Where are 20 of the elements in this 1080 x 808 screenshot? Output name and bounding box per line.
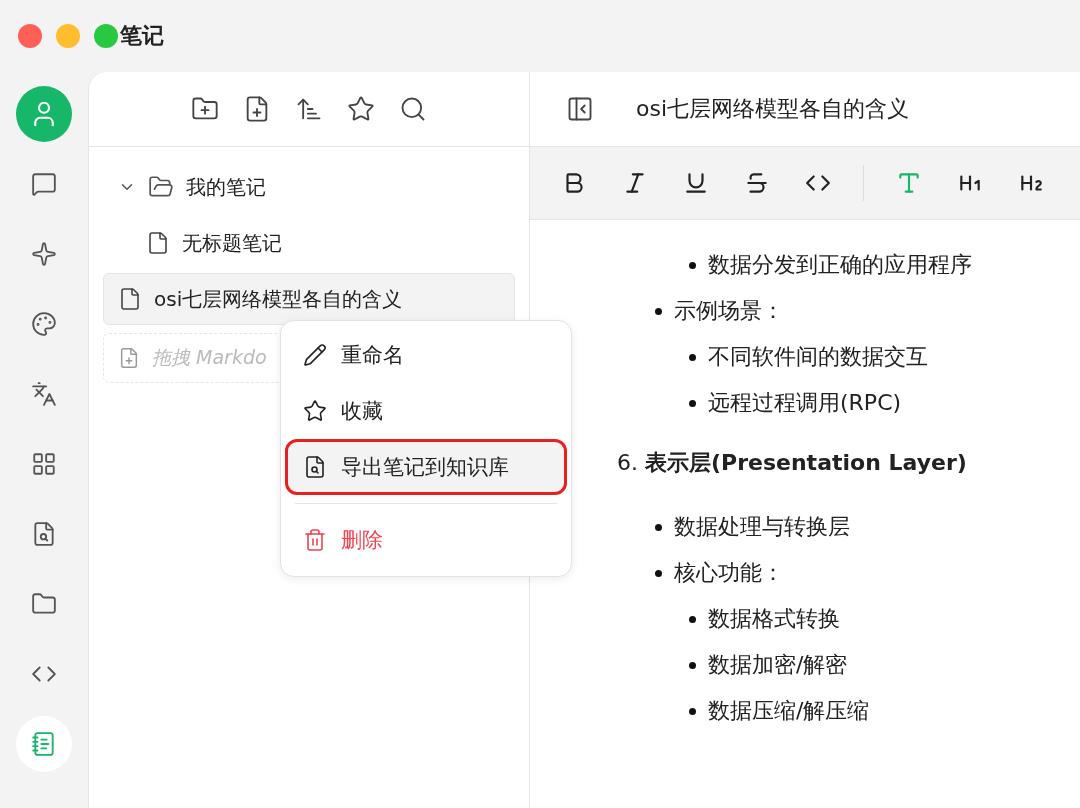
note-title: osi七层网络模型各自的含义 [636, 95, 910, 123]
list-item-text: 不同软件间的数据交互 [708, 343, 928, 371]
menu-item[interactable]: 重命名 [287, 329, 565, 381]
list-item-text: 核心功能： [674, 559, 784, 587]
list-item-text: 示例场景： [674, 297, 784, 325]
tree-item[interactable]: 无标题笔记 [103, 217, 515, 269]
section-heading: 6. 表示层(Presentation Layer) [617, 449, 968, 477]
menu-item[interactable]: 删除 [287, 514, 565, 566]
list-item-text: 数据处理与转换层 [674, 513, 850, 541]
window-title: 笔记 [120, 22, 164, 50]
tree-item[interactable]: 我的笔记 [103, 161, 515, 213]
menu-item[interactable]: 收藏 [287, 385, 565, 437]
list-item-text: 数据格式转换 [708, 605, 840, 633]
tree-item[interactable]: osi七层网络模型各自的含义 [103, 273, 515, 325]
list-item-text: 数据压缩/解压缩 [708, 697, 870, 725]
list-item-text: 数据加密/解密 [708, 651, 848, 679]
list-item-text: 数据分发到正确的应用程序 [708, 251, 972, 279]
list-item-text: 远程过程调用(RPC) [708, 389, 902, 417]
menu-item[interactable]: 导出笔记到知识库 [287, 441, 565, 493]
drop-zone-placeholder: 拖拽 Markdo [152, 345, 267, 370]
